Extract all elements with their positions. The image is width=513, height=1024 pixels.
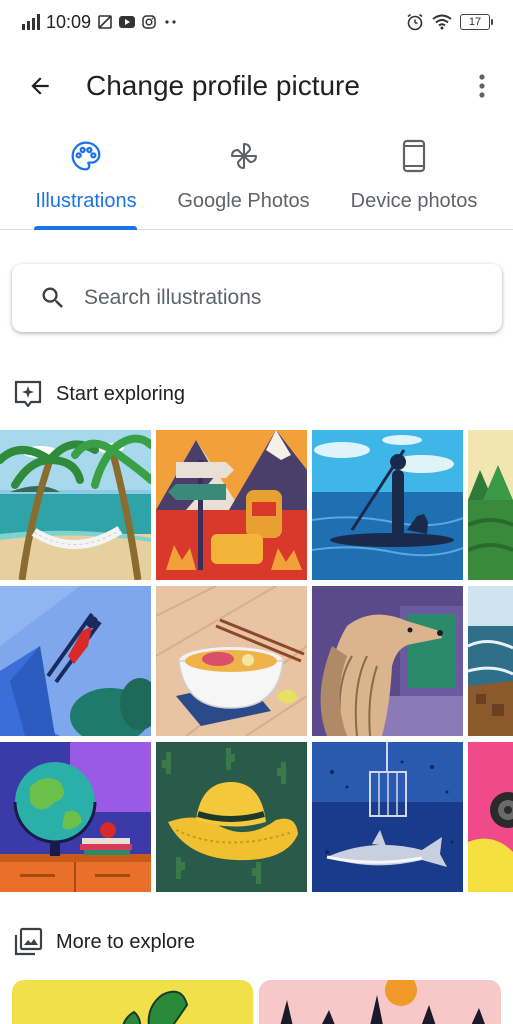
tab-device-photos[interactable]: Device photos xyxy=(315,130,513,229)
search-box[interactable] xyxy=(12,264,502,332)
phone-icon xyxy=(396,138,432,174)
tab-device-photos-label: Device photos xyxy=(350,190,478,212)
tab-bar: Illustrations Google Photos Device photo… xyxy=(0,130,513,230)
illustration-afghan-hound[interactable] xyxy=(312,586,463,736)
app-bar: Change profile picture xyxy=(0,54,513,118)
tab-illustrations[interactable]: Illustrations xyxy=(0,130,172,230)
illustration-grid xyxy=(0,430,513,892)
page-title: Change profile picture xyxy=(86,70,360,101)
status-left: 10:09 xyxy=(22,12,179,33)
illustration-ski-jumper[interactable] xyxy=(0,586,151,736)
explore-sparkle-icon xyxy=(12,378,44,410)
illustration-globe-desk[interactable] xyxy=(0,742,151,892)
status-time: 10:09 xyxy=(46,11,92,32)
signal-icon xyxy=(22,14,40,30)
battery-level: 17 xyxy=(460,14,490,30)
explore-card-plant[interactable] xyxy=(12,980,253,1024)
back-button[interactable] xyxy=(16,62,64,110)
illustration-pink-abstract[interactable] xyxy=(468,742,513,892)
pinwheel-icon xyxy=(226,138,262,174)
search-input[interactable] xyxy=(84,286,484,310)
more-options-button[interactable] xyxy=(467,62,497,110)
wifi-icon xyxy=(432,14,452,30)
illustration-noodle-bowl[interactable] xyxy=(156,586,307,736)
illustration-coastal-cliffs[interactable] xyxy=(468,586,513,736)
illustration-beach-hammock[interactable] xyxy=(0,430,151,580)
more-to-explore-header: More to explore xyxy=(12,926,195,958)
tab-illustrations-label: Illustrations xyxy=(35,190,137,212)
explore-card-sunset[interactable] xyxy=(259,980,501,1024)
instagram-icon xyxy=(141,15,157,29)
status-bar: 10:09 17 xyxy=(0,0,513,44)
illustration-green-hills[interactable] xyxy=(468,430,513,580)
start-exploring-title: Start exploring xyxy=(56,382,185,405)
illustration-shark-cage[interactable] xyxy=(312,742,463,892)
photo-library-icon xyxy=(12,926,44,958)
illustration-mountain-hiking[interactable] xyxy=(156,430,307,580)
search-icon xyxy=(38,283,68,313)
sim-icon xyxy=(97,15,113,29)
start-exploring-header: Start exploring xyxy=(12,378,185,410)
youtube-icon xyxy=(119,15,136,29)
tab-google-photos-label: Google Photos xyxy=(177,190,310,212)
battery-icon: 17 xyxy=(460,14,493,30)
more-to-explore-title: More to explore xyxy=(56,930,195,953)
more-vert-icon xyxy=(479,74,485,98)
palette-icon xyxy=(68,138,104,174)
arrow-back-icon xyxy=(31,77,49,95)
active-tab-indicator xyxy=(34,226,137,230)
more-dots-icon xyxy=(163,15,179,29)
tab-google-photos[interactable]: Google Photos xyxy=(172,130,315,229)
alarm-icon xyxy=(406,13,424,31)
illustration-cowboy-hat[interactable] xyxy=(156,742,307,892)
status-right: 17 xyxy=(406,13,493,31)
illustration-paddleboard-dog[interactable] xyxy=(312,430,463,580)
